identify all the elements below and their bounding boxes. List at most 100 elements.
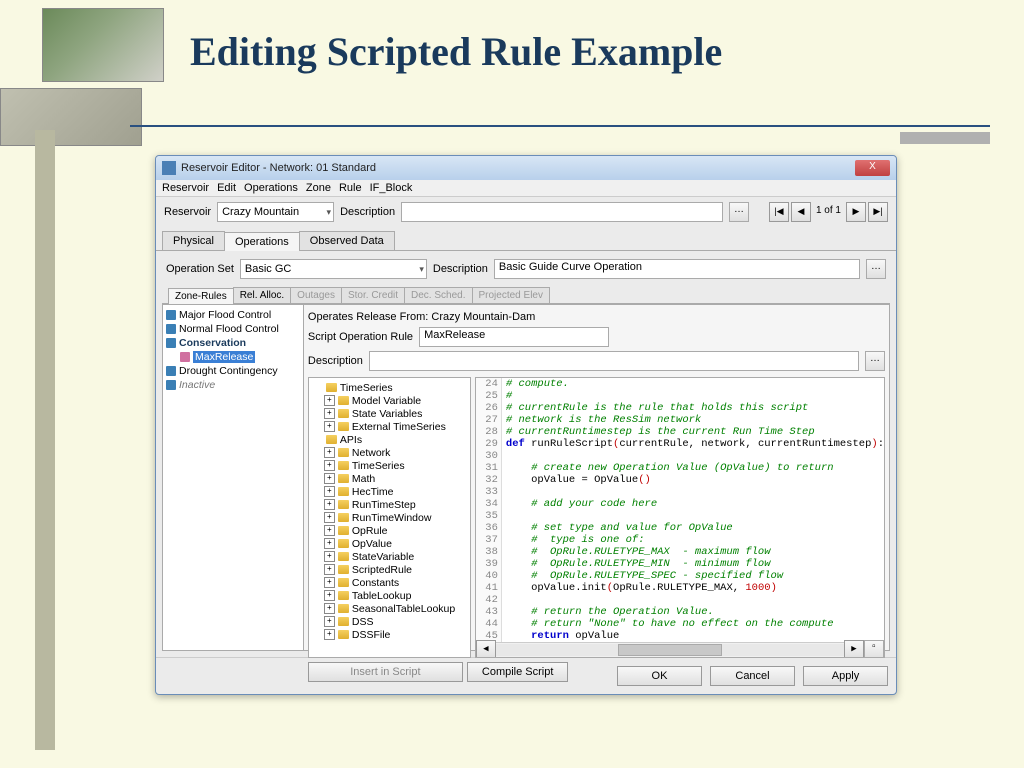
- expand-icon[interactable]: +: [324, 616, 335, 627]
- menu-reservoir[interactable]: Reservoir: [162, 182, 209, 194]
- tab-physical[interactable]: Physical: [162, 231, 225, 250]
- code-line[interactable]: 27# network is the ResSim network: [476, 414, 884, 426]
- rule-desc-field[interactable]: [369, 351, 859, 371]
- expand-icon[interactable]: +: [324, 525, 335, 536]
- code-line[interactable]: 24# compute.: [476, 378, 884, 390]
- api-item[interactable]: +Network: [312, 446, 467, 459]
- expand-icon[interactable]: +: [324, 512, 335, 523]
- api-item[interactable]: +Constants: [312, 576, 467, 589]
- code-line[interactable]: 25#: [476, 390, 884, 402]
- code-line[interactable]: 41 opValue.init(OpRule.RULETYPE_MAX, 100…: [476, 582, 884, 594]
- api-item[interactable]: +DSS: [312, 615, 467, 628]
- code-line[interactable]: 30: [476, 450, 884, 462]
- opset-desc-browse[interactable]: …: [866, 259, 886, 279]
- api-item[interactable]: +StateVariable: [312, 550, 467, 563]
- nav-prev[interactable]: ◀: [791, 202, 811, 222]
- script-rule-field[interactable]: MaxRelease: [419, 327, 609, 347]
- nav-next[interactable]: ▶: [846, 202, 866, 222]
- expand-icon[interactable]: +: [324, 486, 335, 497]
- api-item[interactable]: +Math: [312, 472, 467, 485]
- opset-desc-field[interactable]: Basic Guide Curve Operation: [494, 259, 860, 279]
- code-line[interactable]: 33: [476, 486, 884, 498]
- scroll-thumb[interactable]: [618, 644, 722, 656]
- close-button[interactable]: X: [855, 160, 890, 176]
- zone-item[interactable]: Normal Flood Control: [166, 322, 300, 336]
- zone-item[interactable]: MaxRelease: [166, 350, 300, 364]
- zones-tree[interactable]: Major Flood ControlNormal Flood ControlC…: [163, 305, 304, 650]
- expand-icon[interactable]: +: [324, 460, 335, 471]
- menu-rule[interactable]: Rule: [339, 182, 362, 194]
- expand-icon[interactable]: +: [324, 577, 335, 588]
- code-line[interactable]: 28# currentRuntimestep is the current Ru…: [476, 426, 884, 438]
- apply-button[interactable]: Apply: [803, 666, 888, 686]
- code-line[interactable]: 35: [476, 510, 884, 522]
- zone-item[interactable]: Major Flood Control: [166, 308, 300, 322]
- api-item[interactable]: +RunTimeWindow: [312, 511, 467, 524]
- ok-button[interactable]: OK: [617, 666, 702, 686]
- subtab-zone-rules[interactable]: Zone-Rules: [168, 288, 234, 304]
- expand-icon[interactable]: +: [324, 564, 335, 575]
- tab-operations[interactable]: Operations: [224, 232, 300, 251]
- api-item[interactable]: +State Variables: [312, 407, 467, 420]
- api-item[interactable]: +OpValue: [312, 537, 467, 550]
- nav-last[interactable]: ▶|: [868, 202, 888, 222]
- subtab-stor-credit[interactable]: Stor. Credit: [341, 287, 405, 303]
- expand-icon[interactable]: +: [324, 551, 335, 562]
- cancel-button[interactable]: Cancel: [710, 666, 795, 686]
- code-line[interactable]: 42: [476, 594, 884, 606]
- menu-edit[interactable]: Edit: [217, 182, 236, 194]
- expand-icon[interactable]: +: [324, 447, 335, 458]
- insert-script-button[interactable]: Insert in Script: [308, 662, 463, 682]
- code-line[interactable]: 36 # set type and value for OpValue: [476, 522, 884, 534]
- code-line[interactable]: 40 # OpRule.RULETYPE_SPEC - specified fl…: [476, 570, 884, 582]
- subtab-rel-alloc[interactable]: Rel. Alloc.: [233, 287, 291, 303]
- zone-item[interactable]: Drought Contingency: [166, 364, 300, 378]
- api-item[interactable]: APIs: [312, 433, 467, 446]
- code-line[interactable]: 29def runRuleScript(currentRule, network…: [476, 438, 884, 450]
- scroll-left[interactable]: ◀: [476, 640, 496, 658]
- tab-observed-data[interactable]: Observed Data: [299, 231, 395, 250]
- api-item[interactable]: +TimeSeries: [312, 459, 467, 472]
- expand-icon[interactable]: +: [324, 408, 335, 419]
- code-line[interactable]: 39 # OpRule.RULETYPE_MIN - minimum flow: [476, 558, 884, 570]
- expand-icon[interactable]: +: [324, 538, 335, 549]
- menu-operations[interactable]: Operations: [244, 182, 298, 194]
- menu-zone[interactable]: Zone: [306, 182, 331, 194]
- horizontal-scrollbar[interactable]: ◀▶▫: [476, 642, 884, 657]
- code-editor[interactable]: 24# compute.25#26# currentRule is the ru…: [475, 377, 885, 658]
- subtab-projected-elev[interactable]: Projected Elev: [472, 287, 550, 303]
- description-field[interactable]: [401, 202, 723, 222]
- api-item[interactable]: +Model Variable: [312, 394, 467, 407]
- scroll-right[interactable]: ▶: [844, 640, 864, 658]
- subtab-dec-sched[interactable]: Dec. Sched.: [404, 287, 472, 303]
- code-line[interactable]: 26# currentRule is the rule that holds t…: [476, 402, 884, 414]
- code-line[interactable]: 34 # add your code here: [476, 498, 884, 510]
- compile-script-button[interactable]: Compile Script: [467, 662, 569, 682]
- menu-ifblock[interactable]: IF_Block: [370, 182, 413, 194]
- code-line[interactable]: 45 return opValue: [476, 630, 884, 642]
- code-line[interactable]: 38 # OpRule.RULETYPE_MAX - maximum flow: [476, 546, 884, 558]
- rule-desc-browse[interactable]: …: [865, 351, 885, 371]
- api-item[interactable]: +ScriptedRule: [312, 563, 467, 576]
- api-item[interactable]: TimeSeries: [312, 381, 467, 394]
- zone-item[interactable]: Conservation: [166, 336, 300, 350]
- api-item[interactable]: +SeasonalTableLookup: [312, 602, 467, 615]
- reservoir-combo[interactable]: Crazy Mountain: [217, 202, 334, 222]
- api-tree[interactable]: TimeSeries+Model Variable+State Variable…: [308, 377, 471, 658]
- expand-icon[interactable]: +: [324, 629, 335, 640]
- description-browse[interactable]: …: [729, 202, 749, 222]
- api-item[interactable]: +HecTime: [312, 485, 467, 498]
- code-line[interactable]: 43 # return the Operation Value.: [476, 606, 884, 618]
- code-line[interactable]: 32 opValue = OpValue(): [476, 474, 884, 486]
- expand-icon[interactable]: +: [324, 499, 335, 510]
- api-item[interactable]: +DSSFile: [312, 628, 467, 641]
- expand-icon[interactable]: +: [324, 395, 335, 406]
- expand-icon[interactable]: +: [324, 421, 335, 432]
- titlebar[interactable]: Reservoir Editor - Network: 01 Standard …: [156, 156, 896, 180]
- api-item[interactable]: +OpRule: [312, 524, 467, 537]
- subtab-outages[interactable]: Outages: [290, 287, 342, 303]
- code-line[interactable]: 31 # create new Operation Value (OpValue…: [476, 462, 884, 474]
- expand-icon[interactable]: +: [324, 590, 335, 601]
- opset-combo[interactable]: Basic GC: [240, 259, 427, 279]
- zone-item[interactable]: Inactive: [166, 378, 300, 392]
